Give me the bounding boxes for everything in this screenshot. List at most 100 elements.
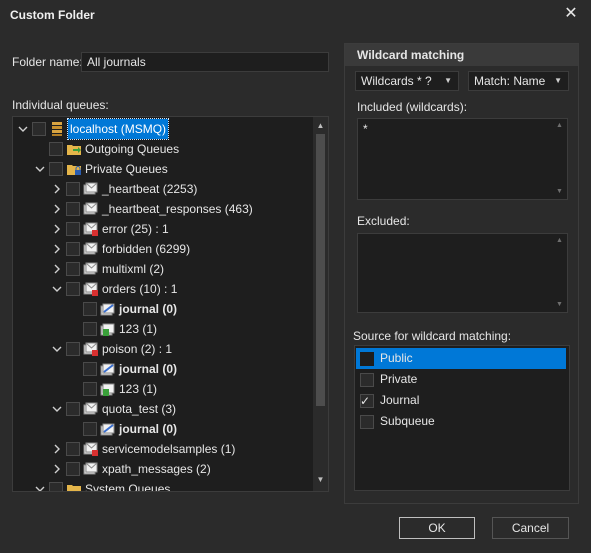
tree-checkbox[interactable] (66, 402, 80, 416)
wildcards-combo[interactable]: Wildcards * ? ▼ (355, 71, 459, 91)
source-item-journal[interactable]: ✓ Journal (356, 390, 566, 411)
chevron-down-icon[interactable] (34, 479, 46, 491)
chevron-down-icon[interactable] (51, 339, 63, 359)
tree-checkbox[interactable] (49, 482, 63, 491)
chevron-right-icon[interactable] (51, 179, 63, 199)
queue-error-icon (83, 341, 99, 357)
source-item-private[interactable]: Private (356, 369, 566, 390)
tree-node-poison-journal[interactable]: journal (0) (13, 359, 313, 379)
tree-node-label: servicemodelsamples (1) (102, 442, 236, 456)
chevron-down-icon[interactable] (51, 399, 63, 419)
tree-node-quota-journal[interactable]: journal (0) (13, 419, 313, 439)
chevron-right-icon[interactable] (51, 239, 63, 259)
tree-checkbox[interactable] (66, 342, 80, 356)
ok-button[interactable]: OK (399, 517, 475, 539)
tree-checkbox[interactable] (66, 442, 80, 456)
tree-checkbox[interactable] (83, 422, 97, 436)
folder-icon (66, 481, 82, 491)
scroll-down-arrow-icon[interactable]: ▼ (552, 299, 567, 311)
folder-name-label: Folder name: (12, 55, 83, 69)
wildcard-header: Wildcard matching (345, 44, 578, 66)
dialog-title: Custom Folder (10, 8, 95, 22)
chevron-right-icon[interactable] (51, 439, 63, 459)
source-list[interactable]: Public Private ✓ Journal Subqueue (354, 345, 570, 491)
excluded-textarea[interactable]: ▲ ▼ (357, 233, 568, 313)
tree-node-xpath-messages[interactable]: xpath_messages (2) (13, 459, 313, 479)
tree-node-error[interactable]: error (25) : 1 (13, 219, 313, 239)
tree-node-poison[interactable]: poison (2) : 1 (13, 339, 313, 359)
tree-node-localhost[interactable]: localhost (MSMQ) (13, 118, 313, 140)
tree-node-orders-123[interactable]: 123 (1) (13, 319, 313, 339)
folder-name-input[interactable] (81, 52, 329, 72)
queue-icon (83, 241, 99, 257)
tree-node-servicemodelsamples[interactable]: servicemodelsamples (1) (13, 439, 313, 459)
queue-icon (83, 461, 99, 477)
tree-checkbox[interactable] (66, 462, 80, 476)
tree-node-quota-test[interactable]: quota_test (3) (13, 399, 313, 419)
tree-node-forbidden[interactable]: forbidden (6299) (13, 239, 313, 259)
tree-checkbox[interactable] (66, 262, 80, 276)
tree-node-label: 123 (1) (119, 322, 158, 336)
wildcards-combo-value: Wildcards * ? (361, 74, 432, 88)
chevron-right-icon[interactable] (51, 259, 63, 279)
queue-icon (83, 401, 99, 417)
tree-checkbox[interactable] (66, 282, 80, 296)
close-icon[interactable]: ✕ (562, 4, 580, 24)
scroll-up-arrow-icon[interactable]: ▲ (313, 119, 328, 133)
included-scrollbar[interactable]: ▲ ▼ (552, 119, 567, 199)
tree-node-label: orders (10) : 1 (102, 282, 178, 296)
subqueue-icon (100, 321, 116, 337)
cancel-button[interactable]: Cancel (492, 517, 569, 539)
source-checkbox[interactable] (360, 373, 374, 387)
tree-checkbox[interactable] (32, 122, 46, 136)
chevron-down-icon[interactable] (51, 279, 63, 299)
tree-node-poison-123[interactable]: 123 (1) (13, 379, 313, 399)
check-icon: ✓ (360, 394, 371, 408)
chevron-right-icon[interactable] (51, 199, 63, 219)
chevron-right-icon[interactable] (51, 219, 63, 239)
tree-node-multixml[interactable]: multixml (2) (13, 259, 313, 279)
tree-node-system[interactable]: System Queues (13, 479, 313, 491)
tree-checkbox[interactable] (66, 222, 80, 236)
tree-node-heartbeat-responses[interactable]: _heartbeat_responses (463) (13, 199, 313, 219)
tree-checkbox[interactable] (66, 182, 80, 196)
tree-checkbox[interactable] (49, 162, 63, 176)
chevron-right-icon[interactable] (51, 459, 63, 479)
source-checkbox[interactable]: ✓ (360, 394, 374, 408)
tree-checkbox[interactable] (83, 322, 97, 336)
tree-node-private[interactable]: Private Queues (13, 159, 313, 179)
included-textarea[interactable]: * ▲ ▼ (357, 118, 568, 200)
chevron-down-icon[interactable] (34, 159, 46, 179)
source-label: Source for wildcard matching: (353, 329, 512, 343)
tree-node-orders[interactable]: orders (10) : 1 (13, 279, 313, 299)
tree-checkbox[interactable] (83, 382, 97, 396)
queue-error-icon (83, 281, 99, 297)
tree-node-heartbeat[interactable]: _heartbeat (2253) (13, 179, 313, 199)
tree-scrollbar[interactable]: ▲ ▼ (313, 117, 328, 491)
tree-checkbox[interactable] (83, 362, 97, 376)
tree-node-outgoing[interactable]: Outgoing Queues (13, 139, 313, 159)
tree-checkbox[interactable] (49, 142, 63, 156)
included-value: * (363, 122, 368, 136)
source-item-label: Private (380, 372, 418, 386)
source-checkbox[interactable] (360, 415, 374, 429)
scroll-up-arrow-icon[interactable]: ▲ (552, 120, 567, 132)
match-combo[interactable]: Match: Name ▼ (468, 71, 569, 91)
tree-checkbox[interactable] (83, 302, 97, 316)
scroll-up-arrow-icon[interactable]: ▲ (552, 235, 567, 247)
scroll-down-arrow-icon[interactable]: ▼ (552, 186, 567, 198)
source-checkbox[interactable] (360, 352, 374, 366)
queue-tree[interactable]: localhost (MSMQ) Outgoing Queues Private Q… (12, 116, 329, 492)
source-item-subqueue[interactable]: Subqueue (356, 411, 566, 432)
tree-node-label: forbidden (6299) (102, 242, 191, 256)
tree-checkbox[interactable] (66, 242, 80, 256)
source-item-public[interactable]: Public (356, 348, 566, 369)
source-item-label: Journal (380, 393, 420, 407)
tree-node-orders-journal[interactable]: journal (0) (13, 299, 313, 319)
queue-error-icon (83, 441, 99, 457)
excluded-scrollbar[interactable]: ▲ ▼ (552, 234, 567, 312)
chevron-down-icon[interactable] (17, 119, 29, 139)
tree-checkbox[interactable] (66, 202, 80, 216)
scroll-down-arrow-icon[interactable]: ▼ (313, 473, 328, 487)
scroll-thumb[interactable] (316, 134, 325, 406)
